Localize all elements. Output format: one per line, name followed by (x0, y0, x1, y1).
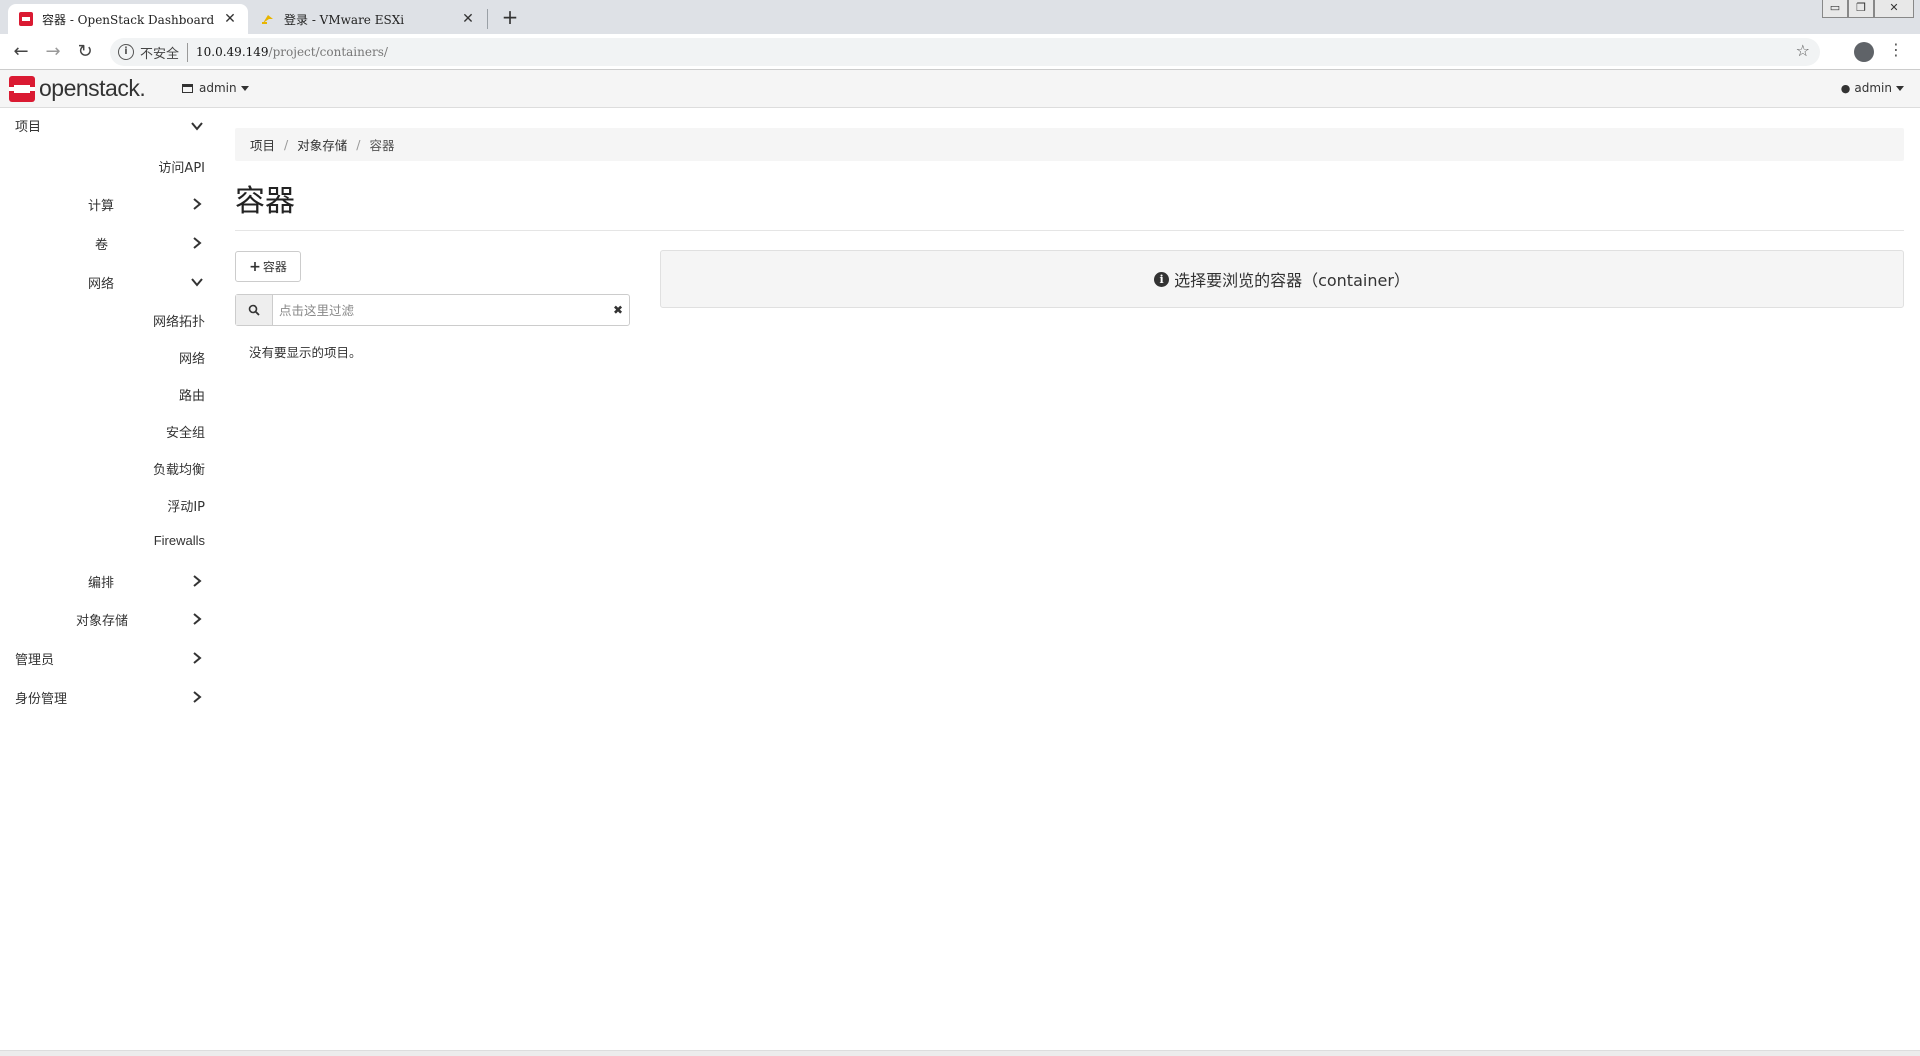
project-label: admin (199, 81, 237, 95)
chevron-right-icon[interactable] (190, 197, 204, 211)
sidebar-item-identity[interactable]: 身份管理 (15, 688, 67, 707)
sidebar-item-networks[interactable]: 网络 (179, 348, 205, 367)
user-icon: ● (1840, 81, 1851, 95)
sidebar-item-label: 卷 (95, 238, 109, 253)
back-icon[interactable]: ← (9, 40, 33, 64)
close-window-icon[interactable]: ✕ (1874, 0, 1914, 18)
chevron-down-icon[interactable] (190, 275, 204, 289)
sidebar-item-label: 访问API (158, 161, 205, 176)
sidebar-item-object-storage[interactable]: 对象存储 (76, 610, 128, 629)
breadcrumb-separator: / (284, 137, 289, 152)
container-filter: ✖ (235, 294, 630, 326)
tab-openstack[interactable]: 容器 - OpenStack Dashboard ✕ (8, 4, 248, 34)
sidebar-item-security-groups[interactable]: 安全组 (166, 422, 205, 441)
chevron-right-icon[interactable] (190, 574, 204, 588)
sidebar-item-label: 对象存储 (76, 614, 129, 629)
sidebar-item-label: 管理员 (15, 653, 55, 668)
sidebar-item-project[interactable]: 项目 (15, 116, 41, 135)
search-icon (236, 295, 273, 325)
caret-down-icon (1896, 85, 1904, 91)
reload-icon[interactable]: ↻ (73, 40, 97, 64)
security-status: 不安全 (140, 42, 189, 62)
logo-wordmark: openstack. (39, 75, 146, 101)
sidebar-item-label: 安全组 (165, 426, 205, 441)
forward-icon[interactable]: → (41, 40, 65, 64)
breadcrumb-item-project[interactable]: 项目 (250, 135, 275, 154)
title-divider (235, 230, 1904, 231)
sidebar-item-network-topology[interactable]: 网络拓扑 (153, 311, 205, 330)
vmware-favicon-icon (262, 15, 273, 24)
tab-divider (487, 9, 488, 29)
breadcrumb-item-object-storage[interactable]: 对象存储 (297, 135, 347, 154)
browser-toolbar: ← → ↻ i 不安全 10.0.49.149 /project/contain… (0, 34, 1920, 70)
sidebar-item-label: 浮动IP (167, 500, 205, 515)
close-tab-icon[interactable]: ✕ (222, 11, 238, 27)
sidebar-item-network[interactable]: 网络 (88, 273, 114, 292)
caret-down-icon (240, 85, 249, 91)
site-info-icon[interactable]: i (118, 44, 134, 60)
page-title: 容器 (235, 184, 295, 219)
sidebar-item-label: 网络 (88, 277, 115, 292)
sidebar-item-volumes[interactable]: 卷 (95, 234, 108, 253)
sidebar-item-routers[interactable]: 路由 (179, 385, 205, 404)
openstack-logo-icon (9, 75, 35, 102)
chevron-right-icon[interactable] (190, 612, 204, 626)
sidebar-item-label: Firewalls (153, 533, 205, 548)
sidebar-item-label: 网络 (178, 352, 205, 367)
container-detail-placeholder: i 选择要浏览的容器（container） (660, 250, 1904, 308)
sidebar-item-admin[interactable]: 管理员 (15, 649, 54, 668)
profile-avatar-icon[interactable] (1854, 42, 1874, 62)
user-label: admin (1854, 81, 1892, 95)
sidebar-item-label: 网络拓扑 (152, 315, 205, 330)
project-icon (182, 83, 193, 93)
minimize-window-icon[interactable]: ▭ (1822, 0, 1848, 18)
address-bar[interactable]: i 不安全 10.0.49.149 /project/containers/ ☆ (110, 38, 1820, 66)
breadcrumb-separator: / (356, 137, 361, 152)
sidebar-item-compute[interactable]: 计算 (88, 195, 114, 214)
chevron-right-icon[interactable] (190, 651, 204, 665)
sidebar-item-orchestration[interactable]: 编排 (88, 572, 114, 591)
sidebar-item-label: 项目 (15, 120, 42, 135)
openstack-favicon-icon (19, 12, 33, 26)
openstack-logo[interactable]: openstack. (9, 75, 146, 102)
tab-title: 登录 - VMware ESXi (284, 12, 405, 27)
sidebar-item-floating-ips[interactable]: 浮动IP (167, 496, 205, 515)
breadcrumb-item-containers: 容器 (369, 138, 395, 153)
sidebar-item-load-balancers[interactable]: 负载均衡 (153, 459, 205, 478)
empty-list-message: 没有要显示的项目。 (249, 345, 362, 360)
window-bottom-edge (0, 1050, 1920, 1056)
close-tab-icon[interactable]: ✕ (460, 11, 476, 27)
restore-window-icon[interactable]: ❐ (1848, 0, 1874, 18)
info-message: 选择要浏览的容器（container） (1174, 271, 1410, 290)
plus-icon: + (249, 258, 261, 275)
bookmark-star-icon[interactable]: ☆ (1796, 41, 1810, 60)
dashboard-header: openstack. admin ● admin (0, 70, 1920, 108)
user-dropdown[interactable]: ● admin (1841, 81, 1904, 95)
tab-title: 容器 - OpenStack Dashboard (42, 12, 215, 27)
new-tab-button[interactable]: + (498, 5, 522, 29)
chevron-right-icon[interactable] (190, 236, 204, 250)
clear-filter-icon[interactable]: ✖ (607, 303, 629, 317)
project-dropdown[interactable]: admin (182, 81, 249, 95)
sidebar-item-label: 负载均衡 (152, 463, 205, 478)
sidebar-item-firewalls[interactable]: Firewalls (154, 533, 205, 548)
breadcrumb: 项目 / 对象存储 / 容器 (235, 128, 1904, 161)
create-container-label: 容器 (262, 260, 287, 274)
create-container-button[interactable]: + 容器 (235, 251, 301, 282)
sidebar-item-label: 路由 (178, 389, 205, 404)
info-circle-icon: i (1154, 271, 1170, 287)
tab-vmware[interactable]: 登录 - VMware ESXi ✕ (250, 4, 486, 34)
sidebar-item-api-access[interactable]: 访问API (158, 157, 205, 176)
url-host: 10.0.49.149 (196, 45, 269, 59)
sidebar-item-label: 身份管理 (15, 692, 68, 707)
chevron-down-icon[interactable] (190, 119, 204, 133)
browser-tabstrip: 容器 - OpenStack Dashboard ✕ 登录 - VMware E… (0, 0, 1920, 34)
filter-input[interactable] (273, 296, 607, 324)
sidebar-item-label: 计算 (88, 199, 115, 214)
browser-menu-icon[interactable]: ⋮ (1888, 40, 1904, 59)
sidebar-nav: 项目 访问API 计算 卷 网络 网络拓扑 网络 路由 安全组 负载均衡 浮动I… (0, 108, 220, 1056)
sidebar-item-label: 编排 (88, 576, 115, 591)
chevron-right-icon[interactable] (190, 690, 204, 704)
url-path: /project/containers/ (268, 45, 388, 59)
